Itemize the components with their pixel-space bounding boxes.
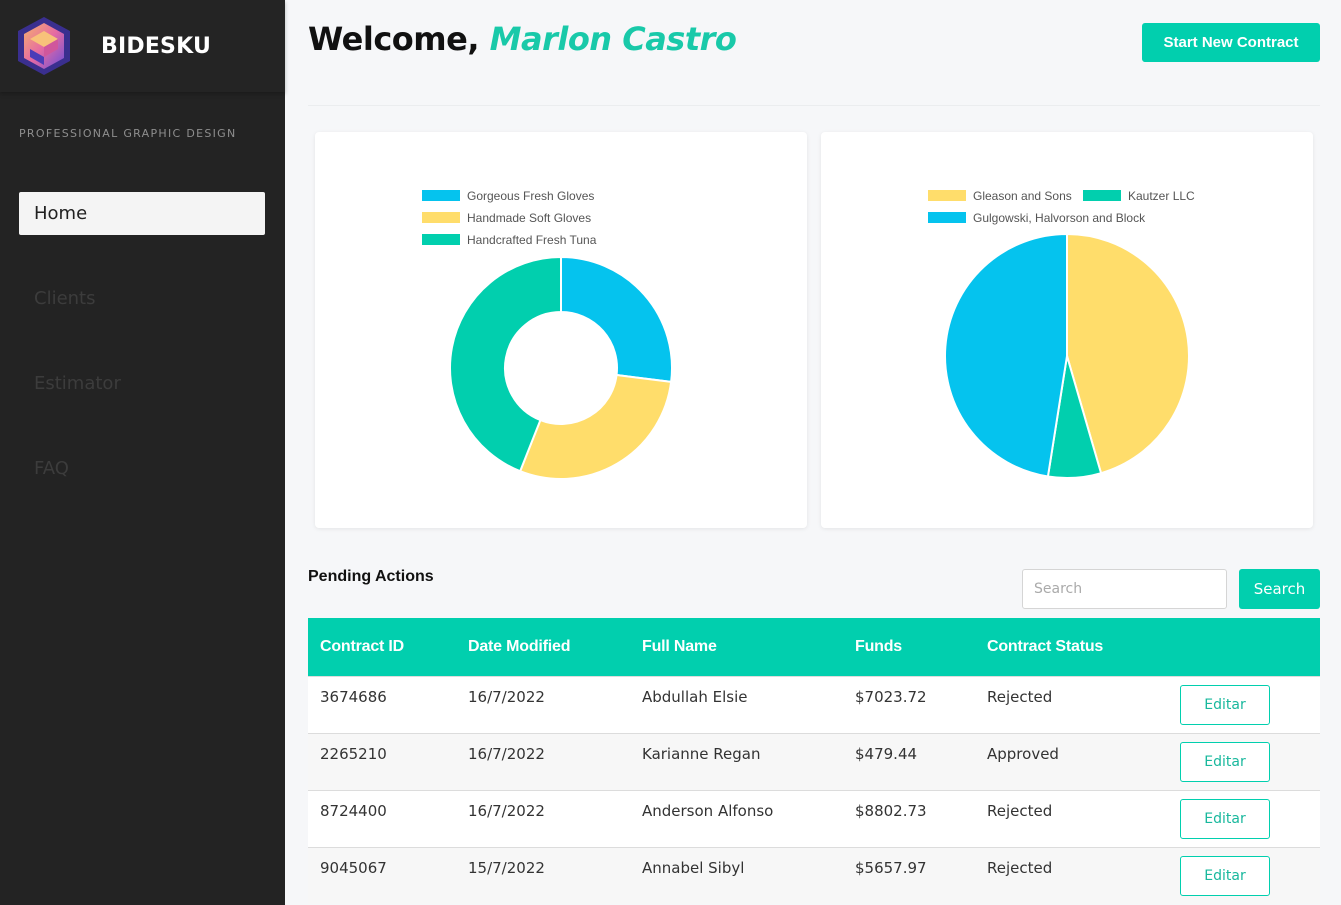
- search-input[interactable]: [1022, 569, 1227, 609]
- cell-contract-status: Rejected: [987, 858, 1053, 877]
- cell-full-name: Annabel Sibyl: [642, 858, 745, 877]
- slice-gorgeous-fresh-gloves[interactable]: [560, 255, 673, 384]
- companies-chart-card: Gleason and Sons Kautzer LLC Gulgowski, Ha…: [821, 132, 1313, 528]
- edit-button[interactable]: Editar: [1180, 855, 1270, 896]
- legend-swatch: [1083, 190, 1121, 201]
- sidebar-item-estimator[interactable]: Estimator: [19, 362, 265, 405]
- slice-gulgowski-halvorson-and-block[interactable]: [944, 232, 1068, 478]
- cell-funds: $8802.73: [855, 801, 927, 820]
- column-header-contract-status: Contract Status: [987, 638, 1104, 655]
- legend-item-handmade-soft-gloves[interactable]: Handmade Soft Gloves: [422, 211, 591, 225]
- cell-funds: $479.44: [855, 744, 918, 763]
- legend-item-kautzer-llc[interactable]: Kautzer LLC: [1083, 189, 1195, 203]
- cell-date-modified: 15/7/2022: [468, 858, 545, 877]
- legend-swatch: [422, 212, 460, 223]
- table-row: 3674686 16/7/2022 Abdullah Elsie $7023.7…: [308, 676, 1320, 733]
- legend-label: Gulgowski, Halvorson and Block: [973, 211, 1146, 225]
- legend-swatch: [928, 190, 966, 201]
- legend-swatch: [422, 190, 460, 201]
- cell-contract-id: 3674686: [320, 687, 387, 706]
- legend-item-gorgeous-fresh-gloves[interactable]: Gorgeous Fresh Gloves: [422, 189, 594, 203]
- products-doughnut-chart: Gorgeous Fresh Gloves Handmade Soft Glove…: [422, 189, 673, 480]
- sidebar-nav: Home Clients Estimator FAQ: [19, 192, 265, 532]
- legend-item-gleason-and-sons[interactable]: Gleason and Sons: [928, 189, 1072, 203]
- header-divider: [308, 105, 1320, 106]
- table-row: 2265210 16/7/2022 Karianne Regan $479.44…: [308, 733, 1320, 790]
- cell-full-name: Anderson Alfonso: [642, 801, 774, 820]
- cell-funds: $7023.72: [855, 687, 927, 706]
- legend-swatch: [928, 212, 966, 223]
- products-chart-card: Gorgeous Fresh Gloves Handmade Soft Glove…: [315, 132, 807, 528]
- cell-date-modified: 16/7/2022: [468, 744, 545, 763]
- cell-contract-id: 8724400: [320, 801, 387, 820]
- edit-button[interactable]: Editar: [1180, 798, 1270, 839]
- cell-contract-id: 2265210: [320, 744, 387, 763]
- cell-actions: Editar: [1168, 733, 1320, 790]
- sidebar: BIDESKU PROFESSIONAL GRAPHIC DESIGN Home…: [0, 0, 285, 905]
- cell-funds: $5657.97: [855, 858, 927, 877]
- legend-label: Handmade Soft Gloves: [467, 211, 591, 225]
- cell-contract-id: 9045067: [320, 858, 387, 877]
- table-row: 8724400 16/7/2022 Anderson Alfonso $8802…: [308, 790, 1320, 847]
- column-header-actions: [1168, 618, 1320, 676]
- brand-tagline: PROFESSIONAL GRAPHIC DESIGN: [19, 127, 237, 140]
- edit-button[interactable]: Editar: [1180, 741, 1270, 782]
- cell-actions: Editar: [1168, 847, 1320, 904]
- legend-label: Handcrafted Fresh Tuna: [467, 233, 597, 247]
- column-header-funds: Funds: [855, 638, 902, 655]
- page-title: Welcome, Marlon Castro: [308, 20, 737, 58]
- start-new-contract-button[interactable]: Start New Contract: [1142, 23, 1320, 62]
- brand-name: BIDESKU: [101, 33, 212, 59]
- search-button[interactable]: Search: [1239, 569, 1320, 609]
- cell-contract-status: Rejected: [987, 687, 1053, 706]
- pending-actions-table: Contract ID Date Modified Full Name Fund…: [308, 618, 1320, 904]
- column-header-contract-id: Contract ID: [320, 638, 405, 655]
- cell-actions: Editar: [1168, 790, 1320, 847]
- sidebar-item-clients[interactable]: Clients: [19, 277, 265, 320]
- cell-full-name: Karianne Regan: [642, 744, 761, 763]
- table-header-row: Contract ID Date Modified Full Name Fund…: [308, 618, 1320, 676]
- column-header-full-name: Full Name: [642, 638, 717, 655]
- welcome-text: Welcome,: [308, 20, 479, 58]
- slice-handmade-soft-gloves[interactable]: [518, 373, 673, 480]
- brand-header: BIDESKU: [0, 0, 285, 92]
- cell-full-name: Abdullah Elsie: [642, 687, 748, 706]
- sidebar-item-faq[interactable]: FAQ: [19, 447, 265, 490]
- pending-actions-title: Pending Actions: [308, 568, 434, 585]
- legend-item-gulgowski-halvorson-and-block[interactable]: Gulgowski, Halvorson and Block: [928, 211, 1146, 225]
- cell-date-modified: 16/7/2022: [468, 687, 545, 706]
- bidesku-logo-icon: [18, 17, 70, 75]
- cell-date-modified: 16/7/2022: [468, 801, 545, 820]
- legend-label: Kautzer LLC: [1128, 189, 1195, 203]
- cell-contract-status: Approved: [987, 744, 1059, 763]
- legend-label: Gorgeous Fresh Gloves: [467, 189, 594, 203]
- column-header-date-modified: Date Modified: [468, 638, 571, 655]
- user-name: Marlon Castro: [489, 20, 737, 58]
- sidebar-item-home[interactable]: Home: [19, 192, 265, 235]
- cell-actions: Editar: [1168, 676, 1320, 733]
- legend-item-handcrafted-fresh-tuna[interactable]: Handcrafted Fresh Tuna: [422, 233, 597, 247]
- cell-contract-status: Rejected: [987, 801, 1053, 820]
- legend-label: Gleason and Sons: [973, 189, 1072, 203]
- companies-pie-chart: Gleason and Sons Kautzer LLC Gulgowski, Ha…: [928, 189, 1195, 479]
- edit-button[interactable]: Editar: [1180, 684, 1270, 725]
- table-row: 9045067 15/7/2022 Annabel Sibyl $5657.97…: [308, 847, 1320, 904]
- legend-swatch: [422, 234, 460, 245]
